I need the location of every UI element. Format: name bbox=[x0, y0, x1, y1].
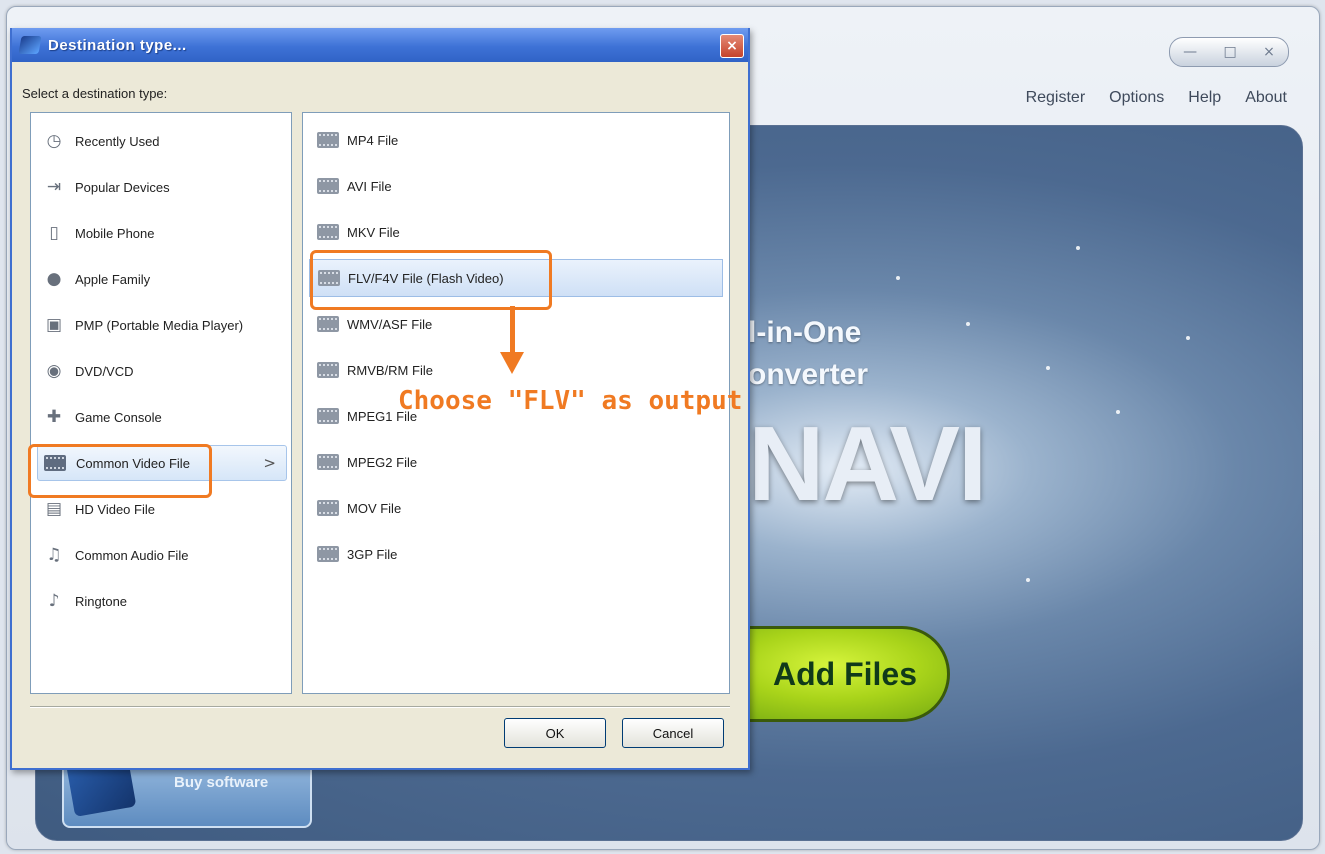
format-label: 3GP File bbox=[347, 546, 398, 562]
format-item-mp4[interactable]: MP4 File bbox=[309, 121, 723, 159]
film-icon bbox=[318, 270, 340, 286]
category-list: ◷ Recently Used ⇥ Popular Devices ▯ Mobi… bbox=[30, 112, 292, 694]
dialog-close-button[interactable]: × bbox=[720, 34, 744, 58]
gamepad-icon: ✚ bbox=[46, 407, 62, 427]
category-label: Common Video File bbox=[76, 455, 190, 471]
category-item-recently-used[interactable]: ◷ Recently Used bbox=[37, 123, 287, 159]
category-label: Apple Family bbox=[75, 271, 151, 287]
arrow-box-icon: ⇥ bbox=[46, 177, 62, 197]
category-item-hd-video-file[interactable]: ▤ HD Video File bbox=[37, 491, 287, 527]
sparkle bbox=[1026, 578, 1030, 582]
media-player-icon: ▣ bbox=[45, 315, 63, 335]
format-label: MKV File bbox=[347, 224, 400, 240]
close-window-icon[interactable]: × bbox=[1263, 44, 1275, 60]
phone-icon: ▯ bbox=[49, 223, 59, 243]
cancel-button[interactable]: Cancel bbox=[622, 718, 724, 748]
category-item-ringtone[interactable]: ♪ Ringtone bbox=[37, 583, 287, 619]
hd-icon: ▤ bbox=[45, 499, 63, 519]
music-note-icon: ♫ bbox=[46, 545, 62, 565]
annotation-text: Choose "FLV" as output bbox=[398, 386, 743, 416]
menu-register[interactable]: Register bbox=[1026, 89, 1086, 107]
menu-help[interactable]: Help bbox=[1188, 89, 1221, 107]
sparkle bbox=[896, 276, 900, 280]
menu-about[interactable]: About bbox=[1245, 89, 1287, 107]
category-label: Mobile Phone bbox=[75, 225, 155, 241]
format-item-wmv[interactable]: WMV/ASF File bbox=[309, 305, 723, 343]
category-label: PMP (Portable Media Player) bbox=[75, 317, 244, 333]
film-icon bbox=[317, 316, 339, 332]
format-item-mpeg2[interactable]: MPEG2 File bbox=[309, 443, 723, 481]
brand-tagline-1: l-in-One bbox=[748, 316, 862, 349]
film-icon bbox=[317, 500, 339, 516]
minimize-icon[interactable]: — bbox=[1183, 44, 1197, 60]
film-icon bbox=[44, 453, 66, 473]
film-icon bbox=[317, 132, 339, 148]
format-item-flv[interactable]: FLV/F4V File (Flash Video) bbox=[309, 259, 723, 297]
format-item-mkv[interactable]: MKV File bbox=[309, 213, 723, 251]
window-controls: — □ × bbox=[1169, 37, 1289, 67]
format-label: WMV/ASF File bbox=[347, 316, 433, 332]
film-icon bbox=[317, 546, 339, 562]
sparkle bbox=[1046, 366, 1050, 370]
sparkle bbox=[1186, 336, 1190, 340]
format-item-3gp[interactable]: 3GP File bbox=[309, 535, 723, 573]
top-menu: Register Options Help About bbox=[1026, 89, 1287, 107]
sparkle bbox=[966, 322, 970, 326]
category-item-common-audio-file[interactable]: ♫ Common Audio File bbox=[37, 537, 287, 573]
sparkle bbox=[1116, 410, 1120, 414]
category-item-dvd-vcd[interactable]: ◉ DVD/VCD bbox=[37, 353, 287, 389]
category-label: HD Video File bbox=[75, 501, 155, 517]
annotation-arrow-shaft bbox=[510, 306, 515, 356]
apple-icon: ● bbox=[46, 269, 62, 289]
brand-tagline-2: onverter bbox=[748, 358, 869, 391]
category-label: DVD/VCD bbox=[75, 363, 134, 379]
format-label: FLV/F4V File (Flash Video) bbox=[348, 270, 504, 286]
category-item-mobile-phone[interactable]: ▯ Mobile Phone bbox=[37, 215, 287, 251]
dialog-prompt: Select a destination type: bbox=[22, 86, 168, 101]
app-icon bbox=[18, 36, 42, 54]
dialog-title: Destination type... bbox=[48, 36, 187, 54]
category-label: Popular Devices bbox=[75, 179, 170, 195]
format-label: MPEG2 File bbox=[347, 454, 418, 470]
ringtone-icon: ♪ bbox=[48, 591, 60, 611]
film-icon bbox=[317, 408, 339, 424]
format-label: MOV File bbox=[347, 500, 402, 516]
category-item-pmp[interactable]: ▣ PMP (Portable Media Player) bbox=[37, 307, 287, 343]
close-icon: × bbox=[726, 38, 738, 54]
film-icon bbox=[317, 178, 339, 194]
chevron-right-icon: > bbox=[263, 454, 276, 472]
category-item-apple-family[interactable]: ● Apple Family bbox=[37, 261, 287, 297]
maximize-icon[interactable]: □ bbox=[1224, 44, 1237, 60]
brand-logo-text: NAVI bbox=[748, 405, 987, 523]
annotation-arrow-head bbox=[500, 352, 524, 374]
category-item-common-video-file[interactable]: Common Video File > bbox=[37, 445, 287, 481]
category-label: Recently Used bbox=[75, 133, 160, 149]
format-item-avi[interactable]: AVI File bbox=[309, 167, 723, 205]
format-label: MP4 File bbox=[347, 132, 399, 148]
menu-options[interactable]: Options bbox=[1109, 89, 1164, 107]
disc-icon: ◉ bbox=[46, 361, 62, 381]
format-item-mov[interactable]: MOV File bbox=[309, 489, 723, 527]
add-files-label: Add Files bbox=[772, 655, 917, 692]
category-label: Game Console bbox=[75, 409, 162, 425]
film-icon bbox=[317, 224, 339, 240]
dialog-titlebar[interactable]: Destination type... × bbox=[12, 28, 748, 62]
film-icon bbox=[317, 454, 339, 470]
sparkle bbox=[1076, 246, 1080, 250]
buy-software-label: Buy software bbox=[174, 774, 269, 791]
category-item-game-console[interactable]: ✚ Game Console bbox=[37, 399, 287, 435]
dialog-separator bbox=[30, 706, 730, 708]
format-label: AVI File bbox=[347, 178, 392, 194]
clock-icon: ◷ bbox=[46, 131, 62, 151]
category-label: Ringtone bbox=[75, 593, 128, 609]
category-label: Common Audio File bbox=[75, 547, 189, 563]
category-item-popular-devices[interactable]: ⇥ Popular Devices bbox=[37, 169, 287, 205]
format-label: RMVB/RM File bbox=[347, 362, 433, 378]
ok-button[interactable]: OK bbox=[504, 718, 606, 748]
film-icon bbox=[317, 362, 339, 378]
